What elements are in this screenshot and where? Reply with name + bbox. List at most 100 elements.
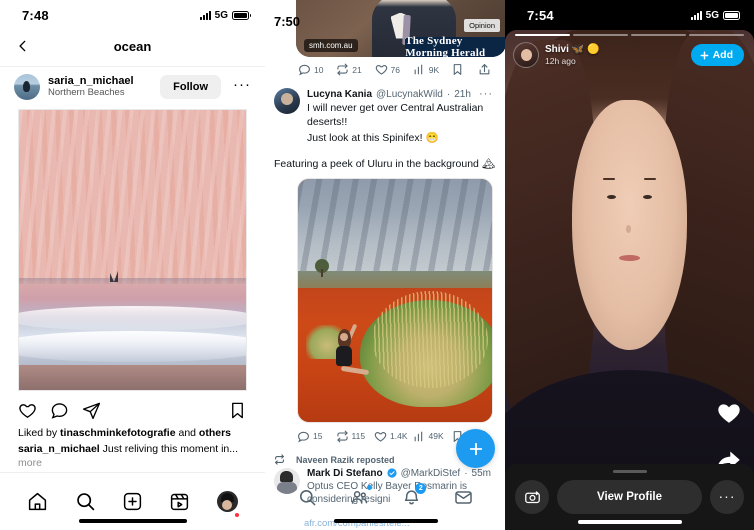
add-friend-button[interactable]: Add bbox=[690, 44, 744, 66]
tab-notifications[interactable]: 2 bbox=[400, 483, 427, 508]
signal-bars-icon bbox=[199, 10, 211, 20]
avatar[interactable] bbox=[14, 74, 40, 100]
repost-icon bbox=[337, 63, 348, 76]
butterfly-emoji-icon: 🦋 bbox=[571, 43, 585, 55]
reply-icon bbox=[299, 64, 310, 76]
tab-messages[interactable] bbox=[452, 486, 474, 508]
compose-tweet-button[interactable] bbox=[456, 429, 495, 468]
communities-dot bbox=[366, 485, 372, 490]
author-handle[interactable]: @LucynakWild bbox=[376, 89, 443, 100]
plus-icon bbox=[700, 51, 709, 59]
comment-icon[interactable] bbox=[50, 401, 69, 420]
tweet-text-line3: Featuring a peek of Uluru in the backgro… bbox=[274, 158, 496, 171]
bookmark-action[interactable] bbox=[451, 63, 464, 76]
view-profile-button[interactable]: View Profile bbox=[557, 480, 702, 514]
news-card-domain: smh.com.au bbox=[304, 39, 358, 52]
likes-username[interactable]: tinaschminkefotografie bbox=[60, 427, 176, 439]
status-indicators: 5G bbox=[690, 10, 742, 21]
like-icon[interactable] bbox=[18, 401, 37, 420]
tab-communities[interactable] bbox=[349, 485, 372, 508]
like-icon bbox=[375, 65, 387, 75]
views-metric[interactable]: 9K bbox=[413, 63, 451, 76]
tab-search[interactable] bbox=[297, 486, 319, 508]
likes-row: Liked by tinaschminkefotografie and othe… bbox=[18, 426, 247, 440]
reply-metric[interactable]: 10 bbox=[298, 63, 336, 76]
news-masthead: The Sydney Morning Herald bbox=[405, 35, 505, 57]
author-name[interactable]: Mark Di Stefano bbox=[307, 468, 383, 479]
eye-right bbox=[643, 195, 653, 199]
repost-metric[interactable]: 21 bbox=[336, 63, 374, 76]
communities-icon bbox=[351, 490, 368, 504]
lips bbox=[619, 255, 640, 261]
tab-home[interactable] bbox=[25, 489, 51, 515]
search-icon bbox=[300, 489, 316, 505]
tweet-body: Lucyna Kania @LucynakWild · 21h ··· I wi… bbox=[307, 88, 493, 145]
caption-row: saria_n_michael Just reliving this momen… bbox=[18, 442, 247, 470]
share-icon[interactable] bbox=[82, 401, 101, 420]
verified-badge-icon bbox=[386, 468, 397, 479]
post-location[interactable]: Northern Beaches bbox=[48, 87, 152, 99]
story-viewer[interactable]: Shivi 🦋 🟡 12h ago Add View Profile ··· bbox=[505, 30, 754, 530]
repost-small-icon bbox=[275, 454, 284, 466]
author-name[interactable]: Lucyna Kania bbox=[307, 89, 372, 100]
face bbox=[339, 333, 348, 342]
tweet-more-icon[interactable]: ··· bbox=[479, 88, 493, 100]
eyebrow-right bbox=[643, 177, 656, 180]
more-options-button[interactable]: ··· bbox=[710, 480, 744, 514]
repost-count: 21 bbox=[352, 64, 362, 75]
progress-segment bbox=[573, 34, 628, 36]
yellow-circle-emoji-icon: 🟡 bbox=[587, 43, 600, 55]
progress-segment bbox=[515, 34, 570, 36]
share-action[interactable] bbox=[478, 63, 491, 76]
likes-others[interactable]: others bbox=[199, 427, 231, 439]
like-metric[interactable]: 1.4K bbox=[374, 430, 413, 443]
views-metric[interactable]: 49K bbox=[413, 430, 452, 443]
heart-button[interactable] bbox=[716, 400, 742, 431]
caption-more-link[interactable]: more bbox=[18, 457, 42, 469]
sailboat-silhouette bbox=[109, 271, 120, 284]
repost-count: 115 bbox=[351, 431, 366, 442]
repost-time: 55m bbox=[471, 467, 491, 479]
tab-search[interactable] bbox=[72, 489, 98, 515]
reply-count: 15 bbox=[313, 431, 323, 442]
tweet-photo[interactable] bbox=[297, 177, 493, 423]
tweet-lucyna: Lucyna Kania @LucynakWild · 21h ··· I wi… bbox=[266, 82, 505, 145]
reply-metric[interactable]: 15 bbox=[297, 430, 336, 443]
bookmark-icon[interactable] bbox=[228, 401, 247, 420]
reels-icon bbox=[171, 493, 189, 511]
avatar[interactable] bbox=[513, 42, 539, 68]
likes-prefix: Liked by bbox=[18, 427, 61, 439]
caption-username[interactable]: saria_n_michael bbox=[18, 443, 100, 455]
author-username[interactable]: saria_n_michael bbox=[48, 75, 152, 88]
tab-profile[interactable] bbox=[214, 489, 240, 517]
author-handle[interactable]: @MarkDiStef bbox=[401, 468, 461, 479]
camera-flip-button[interactable] bbox=[515, 480, 549, 514]
spinifex-spikes bbox=[371, 290, 489, 388]
post-more-icon[interactable]: ··· bbox=[229, 76, 253, 99]
drag-handle[interactable] bbox=[612, 470, 647, 473]
eye-left bbox=[606, 195, 616, 199]
beach-sand bbox=[19, 364, 246, 390]
news-card[interactable]: Opinion smh.com.au The Sydney Morning He… bbox=[296, 0, 505, 57]
home-indicator bbox=[577, 520, 682, 524]
tab-create[interactable] bbox=[119, 489, 145, 515]
post-photo[interactable] bbox=[18, 109, 247, 391]
views-count: 49K bbox=[428, 431, 444, 442]
network-label: 5G bbox=[214, 9, 228, 21]
repost-metric[interactable]: 115 bbox=[336, 430, 375, 443]
tab-reels[interactable] bbox=[167, 489, 193, 515]
status-bar: 7:54 5G bbox=[505, 0, 754, 30]
progress-segment bbox=[631, 34, 686, 36]
story-header: Shivi 🦋 🟡 12h ago bbox=[513, 42, 600, 68]
back-chevron-icon[interactable] bbox=[16, 39, 30, 53]
avatar[interactable] bbox=[274, 88, 300, 114]
analytics-icon bbox=[414, 431, 422, 442]
repost-icon bbox=[336, 430, 348, 443]
page-title: ocean bbox=[113, 38, 152, 54]
follow-button[interactable]: Follow bbox=[160, 75, 221, 99]
post-author: saria_n_michael Northern Beaches bbox=[48, 75, 152, 100]
tweet-text-line1: I will never get over Central Australian… bbox=[307, 102, 484, 129]
profile-avatar bbox=[216, 491, 238, 512]
like-metric[interactable]: 76 bbox=[375, 63, 413, 76]
reply-count: 10 bbox=[314, 64, 324, 75]
